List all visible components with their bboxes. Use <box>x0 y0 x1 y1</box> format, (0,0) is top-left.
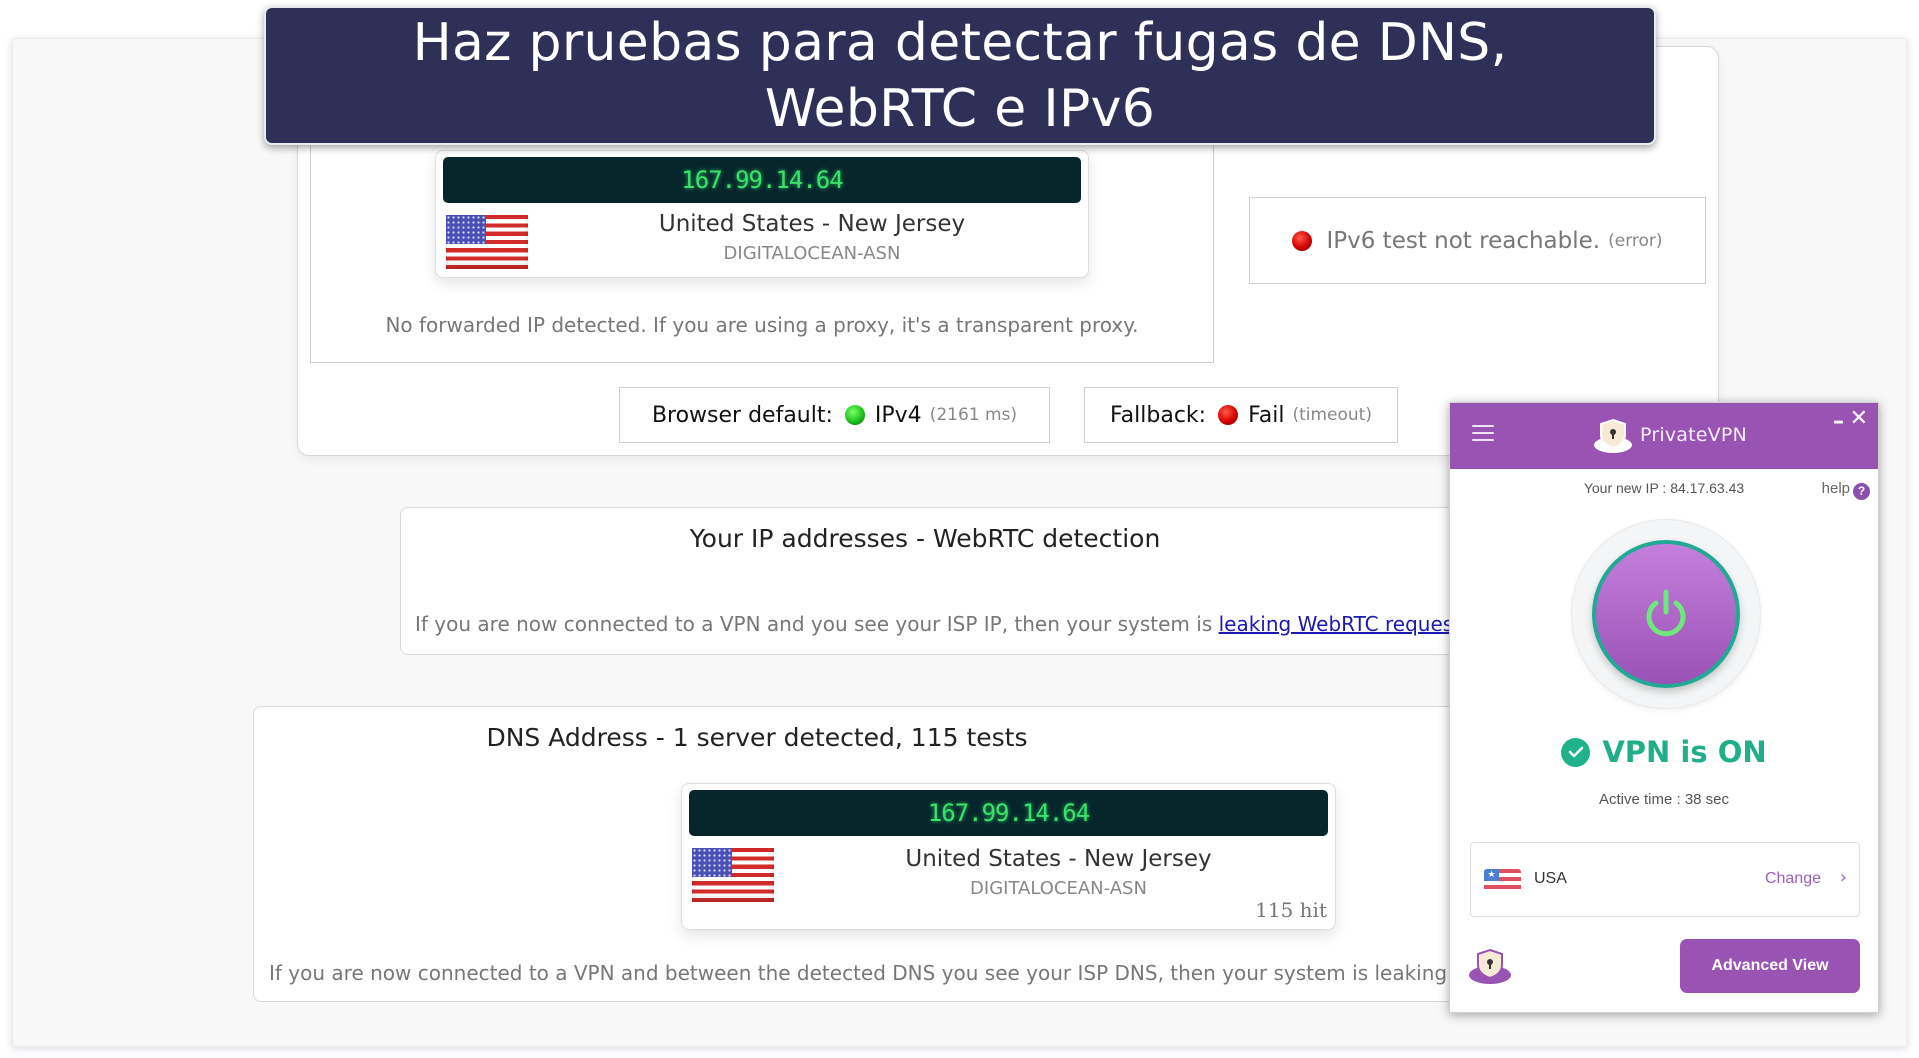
ip-asn: DIGITALOCEAN-ASN <box>723 243 901 264</box>
webrtc-panel: Your IP addresses - WebRTC detection If … <box>400 507 1540 655</box>
webrtc-note: If you are now connected to a VPN and yo… <box>415 612 1471 636</box>
chevron-right-icon: › <box>1839 867 1847 888</box>
status-dot-red-icon <box>1218 405 1239 425</box>
forwarded-ip-note: No forwarded IP detected. If you are usi… <box>385 313 1139 337</box>
power-icon <box>1646 589 1686 637</box>
shield-cloud-icon <box>1594 418 1632 453</box>
power-toggle-button[interactable] <box>1592 540 1740 688</box>
usa-flag-icon: ★ <box>1484 869 1521 893</box>
ip-location: United States - New Jersey <box>658 211 966 237</box>
status-dot-green-icon <box>844 405 865 425</box>
browser-default-label: Browser default: <box>651 402 833 428</box>
title-banner: Haz pruebas para detectar fugas de DNS, … <box>264 6 1656 145</box>
fallback-detail: (timeout) <box>1292 405 1372 425</box>
webrtc-title: Your IP addresses - WebRTC detection <box>689 524 1161 553</box>
dns-hits: 115 hit <box>1255 898 1327 922</box>
dns-asn: DIGITALOCEAN-ASN <box>970 878 1147 899</box>
fallback-value: Fail <box>1248 402 1285 428</box>
ipv4-result-box: 167.99.14.64 United States - New Jersey … <box>310 111 1214 363</box>
browser-default-box: Browser default: IPv4 (2161 ms) <box>619 387 1050 443</box>
banner-title: Haz pruebas para detectar fugas de DNS, … <box>412 12 1508 139</box>
dns-ip-address: 167.99.14.64 <box>689 790 1328 836</box>
country-name: USA <box>1534 870 1567 887</box>
us-flag-icon <box>446 215 528 269</box>
ipv6-result-box: IPv6 test not reachable. (error) <box>1249 197 1706 284</box>
app-name: PrivateVPN <box>1640 424 1747 446</box>
advanced-view-button[interactable]: Advanced View <box>1680 939 1860 993</box>
ipv6-message: IPv6 test not reachable. <box>1326 227 1601 254</box>
ipv6-detail: (error) <box>1608 230 1663 251</box>
fallback-box: Fallback: Fail (timeout) <box>1084 387 1398 443</box>
ip-address: 167.99.14.64 <box>443 157 1081 203</box>
minimize-button[interactable]: – <box>1833 409 1844 434</box>
us-flag-icon <box>692 848 774 902</box>
help-question-icon: ? <box>1853 483 1870 500</box>
vpn-status-text: VPN is ON <box>1602 735 1767 769</box>
webrtc-note-text: If you are now connected to a VPN and yo… <box>415 612 1219 636</box>
leaking-webrtc-link[interactable]: leaking WebRTC requests <box>1219 612 1472 636</box>
fallback-label: Fallback: <box>1110 402 1207 428</box>
help-button[interactable]: help? <box>1822 480 1870 500</box>
vpn-status: VPN is ON <box>1450 735 1878 769</box>
active-time: Active time : 38 sec <box>1598 791 1730 808</box>
privatevpn-shield-icon[interactable] <box>1468 948 1512 984</box>
browser-default-detail: (2161 ms) <box>929 405 1018 425</box>
ip-card: 167.99.14.64 United States - New Jersey … <box>435 150 1089 278</box>
help-label: help <box>1821 480 1850 497</box>
hamburger-menu-icon[interactable] <box>1472 425 1494 443</box>
close-button[interactable]: ✕ <box>1850 406 1868 431</box>
change-country-link[interactable]: Change <box>1765 870 1821 888</box>
dns-note: If you are now connected to a VPN and be… <box>269 961 1543 985</box>
status-dot-red-icon <box>1292 230 1313 251</box>
new-ip-label: Your new IP : 84.17.63.43 <box>1583 480 1745 496</box>
privatevpn-window: PrivateVPN – ✕ Your new IP : 84.17.63.43… <box>1449 402 1879 1013</box>
dns-title: DNS Address - 1 server detected, 115 tes… <box>486 723 1028 752</box>
dns-panel: DNS Address - 1 server detected, 115 tes… <box>253 706 1543 1002</box>
country-selector[interactable]: ★ USA Change › <box>1470 842 1860 917</box>
dns-ip-card: 167.99.14.64 United States - New Jersey … <box>681 783 1336 930</box>
privatevpn-logo: PrivateVPN <box>1592 417 1747 453</box>
dns-location: United States - New Jersey <box>905 846 1212 872</box>
check-circle-icon <box>1561 737 1591 767</box>
vpn-header: PrivateVPN – ✕ <box>1450 403 1878 469</box>
browser-default-value: IPv4 <box>874 402 922 428</box>
